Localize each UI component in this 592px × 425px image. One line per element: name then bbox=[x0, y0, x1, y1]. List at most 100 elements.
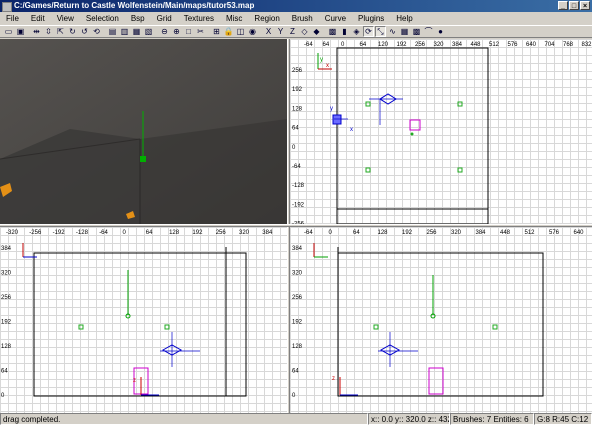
x-tick-label: 320 bbox=[239, 230, 250, 236]
patch-matrix-icon[interactable]: ▩ bbox=[411, 26, 422, 37]
patch-icon[interactable]: ▦ bbox=[399, 26, 410, 37]
camera-movement-icon[interactable]: ◉ bbox=[247, 26, 258, 37]
svg-text:z: z bbox=[133, 378, 136, 384]
menu-plugins[interactable]: Plugins bbox=[352, 14, 390, 23]
menu-curve[interactable]: Curve bbox=[319, 14, 352, 23]
menu-grid[interactable]: Grid bbox=[151, 14, 178, 23]
rotate-y-icon[interactable]: ↺ bbox=[79, 26, 90, 37]
menu-selection[interactable]: Selection bbox=[80, 14, 125, 23]
x-tick-label: 256 bbox=[216, 230, 227, 236]
scale-x-icon[interactable]: X bbox=[263, 26, 274, 37]
status-counts: Brushes: 7 Entities: 6 bbox=[450, 413, 534, 425]
entity-marker[interactable] bbox=[164, 324, 170, 330]
y-tick-label: 384 bbox=[292, 246, 303, 252]
flip-y-icon[interactable]: ⇳ bbox=[43, 26, 54, 37]
entity-marker[interactable] bbox=[365, 101, 371, 107]
entity-marker[interactable] bbox=[492, 324, 498, 330]
minimize-button[interactable]: _ bbox=[558, 1, 568, 10]
x-tick-label: 640 bbox=[526, 42, 537, 48]
cubic-clip-icon[interactable]: ◫ bbox=[235, 26, 246, 37]
player-start-marker[interactable] bbox=[369, 93, 403, 125]
entity-marker[interactable] bbox=[457, 101, 463, 107]
menu-textures[interactable]: Textures bbox=[178, 14, 220, 23]
x-tick-label: 0 bbox=[329, 230, 333, 236]
maximize-button[interactable]: □ bbox=[569, 1, 579, 10]
menu-brush[interactable]: Brush bbox=[286, 14, 319, 23]
drag-edges-icon[interactable]: ◇ bbox=[299, 26, 310, 37]
drag-vertices-icon[interactable]: ◆ bbox=[311, 26, 322, 37]
menu-edit[interactable]: Edit bbox=[25, 14, 51, 23]
x-tick-label: 320 bbox=[451, 230, 462, 236]
player-start-marker[interactable] bbox=[378, 332, 418, 367]
side-view[interactable]: -64 0 64 128 192 256 320 384 448 512 576 640 384 320 2… bbox=[290, 227, 592, 413]
top-view[interactable]: -64 64 0 64 120 192 256 320 384 448 512 576 640 704 76… bbox=[290, 39, 592, 224]
toolbar: ▭ ▣ ⇹ ⇳ ⇱ ↻ ↺ ⟲ ▤ ▥ ▦ ▧ ⊖ ⊕ □ ✂ ⊞ 🔒 ◫ ◉ X Y Z ◇ ◆ ▩ ▮ ◈ ⟳ ⤡ ∿ ▦ ▩ ⌒ ● bbox=[0, 25, 592, 38]
x-tick-label: 384 bbox=[476, 230, 487, 236]
menu-misc[interactable]: Misc bbox=[220, 14, 248, 23]
x-tick-label: -64 bbox=[304, 42, 313, 48]
texture-lock-icon[interactable]: 🔒 bbox=[223, 26, 234, 37]
scale-y-icon[interactable]: Y bbox=[275, 26, 286, 37]
view-axis-gizmo bbox=[22, 243, 37, 258]
bend-icon[interactable]: ⌒ bbox=[423, 26, 434, 37]
csg-subtract-icon[interactable]: ⊖ bbox=[159, 26, 170, 37]
menu-file[interactable]: File bbox=[0, 14, 25, 23]
rotate-z-icon[interactable]: ⟲ bbox=[91, 26, 102, 37]
scale-icon[interactable]: ⤡ bbox=[375, 26, 386, 37]
csg-merge-icon[interactable]: ⊕ bbox=[171, 26, 182, 37]
y-tick-label: 320 bbox=[292, 271, 303, 277]
svg-text:y: y bbox=[330, 106, 333, 112]
curve-icon[interactable]: ∿ bbox=[387, 26, 398, 37]
brush-outline[interactable] bbox=[428, 367, 444, 395]
entity-marker[interactable] bbox=[78, 324, 84, 330]
rotate-x-icon[interactable]: ↻ bbox=[67, 26, 78, 37]
x-tick-label: 320 bbox=[434, 42, 445, 48]
entity-marker[interactable] bbox=[457, 167, 463, 173]
y-tick-label: -192 bbox=[292, 202, 305, 208]
select-inside-icon[interactable]: ▧ bbox=[143, 26, 154, 37]
x-tick-label: 448 bbox=[471, 42, 482, 48]
x-tick-label: 704 bbox=[545, 42, 556, 48]
select-brush-icon[interactable]: ▮ bbox=[339, 26, 350, 37]
select-partial-tall-icon[interactable]: ▦ bbox=[131, 26, 142, 37]
x-tick-label: -64 bbox=[304, 230, 313, 236]
x-tick-label: 64 bbox=[146, 230, 153, 236]
x-tick-label: 384 bbox=[262, 230, 273, 236]
scale-z-icon[interactable]: Z bbox=[287, 26, 298, 37]
open-icon[interactable]: ▭ bbox=[3, 26, 14, 37]
change-views-icon[interactable]: ⊞ bbox=[211, 26, 222, 37]
flip-x-icon[interactable]: ⇹ bbox=[31, 26, 42, 37]
x-tick-label: 640 bbox=[574, 230, 585, 236]
clipper-icon[interactable]: ✂ bbox=[195, 26, 206, 37]
x-tick-label: 128 bbox=[378, 230, 389, 236]
entity-marker[interactable] bbox=[365, 167, 371, 173]
selected-brush[interactable] bbox=[332, 114, 342, 125]
y-tick-label: -64 bbox=[292, 164, 301, 170]
save-icon[interactable]: ▣ bbox=[15, 26, 26, 37]
front-view[interactable]: -320 -256 -192 -128 -64 0 64 128 192 256 320 384 384… bbox=[0, 227, 287, 413]
hollow-icon[interactable]: □ bbox=[183, 26, 194, 37]
menu-bsp[interactable]: Bsp bbox=[125, 14, 151, 23]
menu-view[interactable]: View bbox=[51, 14, 80, 23]
y-tick-label: 192 bbox=[1, 320, 12, 326]
horizontal-splitter[interactable] bbox=[0, 224, 592, 227]
menu-help[interactable]: Help bbox=[390, 14, 418, 23]
free-rotate-icon[interactable]: ⟳ bbox=[363, 26, 374, 37]
close-button[interactable]: × bbox=[580, 1, 590, 10]
axis-v-label: y bbox=[320, 57, 323, 63]
select-touching-icon[interactable]: ▥ bbox=[119, 26, 130, 37]
y-tick-label: -128 bbox=[292, 183, 305, 189]
make-detail-icon[interactable]: ▩ bbox=[327, 26, 338, 37]
flip-z-icon[interactable]: ⇱ bbox=[55, 26, 66, 37]
entity-marker[interactable] bbox=[373, 324, 379, 330]
x-tick-label: 384 bbox=[452, 42, 463, 48]
x-tick-label: 576 bbox=[549, 230, 560, 236]
entity-light-icon[interactable]: ● bbox=[435, 26, 446, 37]
brush-outline[interactable] bbox=[409, 119, 421, 131]
menu-region[interactable]: Region bbox=[248, 14, 285, 23]
y-tick-label: 192 bbox=[292, 320, 303, 326]
show-patches-icon[interactable]: ◈ bbox=[351, 26, 362, 37]
player-start-marker[interactable] bbox=[160, 332, 200, 367]
camera-view[interactable] bbox=[0, 39, 287, 224]
select-complete-tall-icon[interactable]: ▤ bbox=[107, 26, 118, 37]
